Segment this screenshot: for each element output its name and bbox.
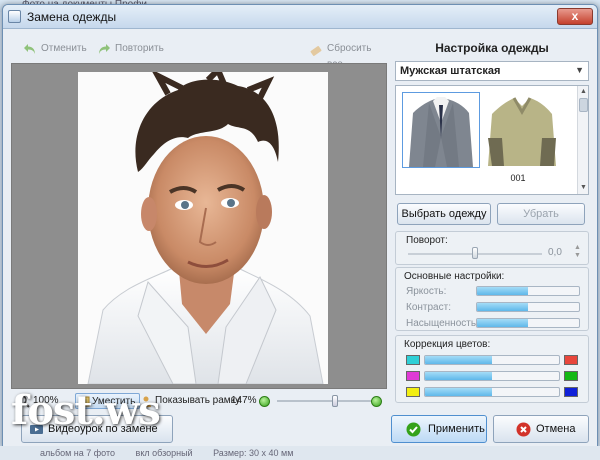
scroll-down-icon[interactable]: ▼ (579, 183, 588, 192)
remove-clothing-button[interactable]: Убрать (497, 203, 585, 225)
check-icon (406, 422, 421, 437)
magenta-green-fill (425, 372, 492, 380)
blue-swatch (564, 387, 578, 397)
zoom-in-button[interactable] (371, 396, 382, 407)
reset-all-button[interactable]: Сбросить все (309, 41, 387, 70)
sweater-thumbnail (484, 92, 560, 166)
category-value: Мужская штатская (400, 65, 501, 77)
clothing-replacement-dialog: Замена одежды x Отменить Повторить Сброс… (2, 4, 598, 448)
cancel-button[interactable]: Отмена (493, 415, 589, 443)
edit-toolbar: Отменить Повторить Сбросить все (9, 35, 387, 70)
zoom-slider-thumb[interactable] (332, 395, 338, 407)
clothing-item[interactable]: 002 (484, 92, 562, 168)
redo-button[interactable]: Повторить (97, 41, 164, 57)
status-left: альбом на 7 фото (40, 448, 116, 458)
watermark-text: fost.ws (11, 387, 161, 434)
scroll-up-icon[interactable]: ▲ (579, 87, 588, 96)
cancel-label: Отмена (536, 423, 576, 435)
clothing-gallery: 001 002 ▲ ▼ (395, 85, 589, 195)
red-swatch (564, 355, 578, 365)
preview-area: Отменить Повторить Сбросить все (9, 35, 387, 411)
yellow-swatch (406, 387, 420, 397)
status-right: Размер: 30 x 40 мм (213, 448, 294, 458)
photo-canvas[interactable] (11, 63, 387, 389)
portrait-photo[interactable] (78, 72, 328, 384)
magenta-green-slider[interactable] (424, 371, 560, 381)
parent-status-bar: альбом на 7 фото вкл обзорный Размер: 30… (0, 446, 600, 460)
yellow-blue-slider[interactable] (424, 387, 560, 397)
cyan-red-fill (425, 356, 492, 364)
brightness-fill (477, 287, 528, 295)
clothing-item-label: 001 (510, 173, 526, 183)
clothing-category-select[interactable]: Мужская штатская ▼ (395, 61, 589, 81)
settings-panel: Настройка одежды Мужская штатская ▼ 001 (393, 35, 591, 411)
cancel-icon (516, 422, 531, 437)
basic-settings-label: Основные настройки: (404, 271, 505, 282)
redo-icon (99, 44, 110, 54)
chevron-down-icon: ▼ (575, 65, 584, 75)
apply-label: Применить (428, 423, 485, 435)
status-mid: вкл обзорный (135, 448, 193, 458)
dialog-title: Замена одежды (27, 10, 117, 24)
undo-label: Отменить (41, 43, 87, 54)
contrast-label: Контраст: (406, 302, 451, 313)
yellow-blue-fill (425, 388, 492, 396)
choose-clothing-button[interactable]: Выбрать одежду (397, 203, 491, 225)
undo-icon (24, 44, 35, 54)
close-button[interactable]: x (557, 8, 593, 25)
suit-thumbnail (403, 93, 479, 167)
contrast-fill (477, 303, 528, 311)
scroll-thumb[interactable] (579, 98, 588, 112)
dialog-titlebar[interactable]: Замена одежды x (3, 5, 597, 29)
green-swatch (564, 371, 578, 381)
rotation-label: Поворот: (406, 235, 448, 246)
apply-button[interactable]: Применить (391, 415, 487, 443)
basic-settings-group: Основные настройки: Яркость: Контраст: Н… (395, 267, 589, 331)
zoom-value: 147% (231, 395, 257, 406)
panel-title: Настройка одежды (435, 41, 549, 55)
zoom-slider-track[interactable] (277, 400, 377, 402)
undo-button[interactable]: Отменить (23, 41, 87, 57)
contrast-slider[interactable] (476, 302, 580, 312)
rotation-slider-thumb[interactable] (472, 247, 478, 259)
brightness-slider[interactable] (476, 286, 580, 296)
app-icon (8, 10, 21, 23)
rotation-spinner-icon[interactable]: ▲ ▼ (574, 244, 581, 260)
show-frame-label: Показывать рамку (155, 395, 241, 406)
color-correction-label: Коррекция цветов: (404, 339, 491, 350)
saturation-slider[interactable] (476, 318, 580, 328)
eraser-icon (310, 46, 322, 56)
saturation-fill (477, 319, 528, 327)
saturation-label: Насыщенность: (406, 318, 479, 329)
magenta-swatch (406, 371, 420, 381)
zoom-out-button[interactable] (259, 396, 270, 407)
redo-label: Повторить (115, 43, 164, 54)
brightness-label: Яркость: (406, 286, 447, 297)
portrait-illustration (78, 72, 328, 384)
rotation-value[interactable]: 0,0 (548, 247, 562, 258)
clothing-item[interactable]: 001 (402, 92, 526, 183)
cyan-red-slider[interactable] (424, 355, 560, 365)
color-correction-group: Коррекция цветов: (395, 335, 589, 403)
rotation-group: Поворот: 0,0 ▲ ▼ (395, 231, 589, 265)
cyan-swatch (406, 355, 420, 365)
gallery-scrollbar[interactable]: ▲ ▼ (577, 86, 588, 194)
